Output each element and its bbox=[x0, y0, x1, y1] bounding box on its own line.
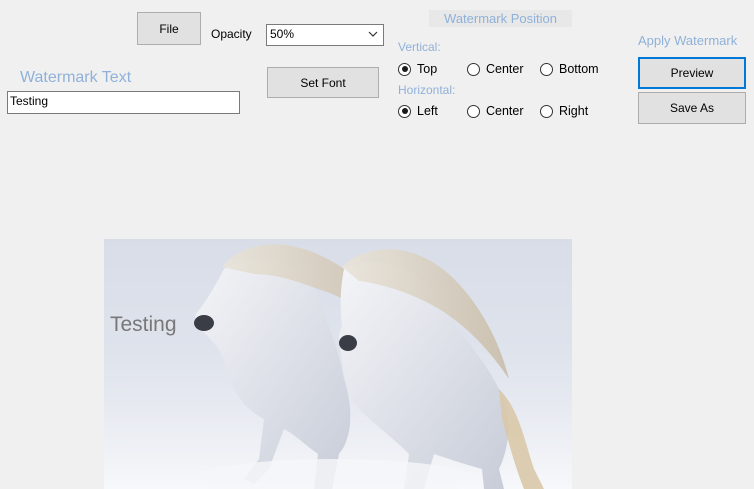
radio-vertical-center[interactable]: Center bbox=[467, 61, 524, 77]
watermark-text-input[interactable]: Testing bbox=[7, 91, 240, 114]
file-button[interactable]: File bbox=[137, 12, 201, 45]
radio-horizontal-right[interactable]: Right bbox=[540, 103, 588, 119]
radio-vertical-top[interactable]: Top bbox=[398, 61, 437, 77]
radio-label: Top bbox=[417, 62, 438, 76]
watermark-overlay-text: Testing bbox=[110, 313, 177, 336]
radio-label: Center bbox=[486, 104, 524, 118]
radio-unselected-icon bbox=[540, 62, 553, 76]
radio-label: Right bbox=[559, 104, 589, 118]
apply-watermark-title: Apply Watermark bbox=[638, 33, 738, 48]
vertical-label: Vertical: bbox=[398, 40, 441, 54]
radio-label: Left bbox=[417, 104, 438, 118]
watermark-text-label: Watermark Text bbox=[20, 69, 132, 86]
chevron-down-icon bbox=[368, 31, 378, 37]
radio-label: Center bbox=[486, 62, 524, 76]
opacity-select[interactable]: 50% bbox=[266, 24, 384, 46]
radio-unselected-icon bbox=[467, 104, 480, 118]
radio-horizontal-center[interactable]: Center bbox=[467, 103, 524, 119]
radio-selected-icon bbox=[398, 62, 411, 76]
radio-selected-icon bbox=[398, 104, 411, 118]
radio-unselected-icon bbox=[467, 62, 480, 76]
opacity-label: Opacity bbox=[211, 27, 252, 41]
save-as-button[interactable]: Save As bbox=[638, 92, 746, 124]
radio-label: Bottom bbox=[559, 62, 599, 76]
preview-button[interactable]: Preview bbox=[638, 57, 746, 89]
watermark-position-title: Watermark Position bbox=[429, 10, 572, 27]
radio-horizontal-left[interactable]: Left bbox=[398, 103, 438, 119]
horses-illustration bbox=[104, 244, 572, 489]
set-font-button[interactable]: Set Font bbox=[267, 67, 379, 98]
horizontal-label: Horizontal: bbox=[398, 83, 456, 97]
opacity-value: 50% bbox=[270, 27, 295, 41]
preview-image: Testing bbox=[104, 239, 572, 489]
radio-vertical-bottom[interactable]: Bottom bbox=[540, 61, 599, 77]
radio-unselected-icon bbox=[540, 104, 553, 118]
